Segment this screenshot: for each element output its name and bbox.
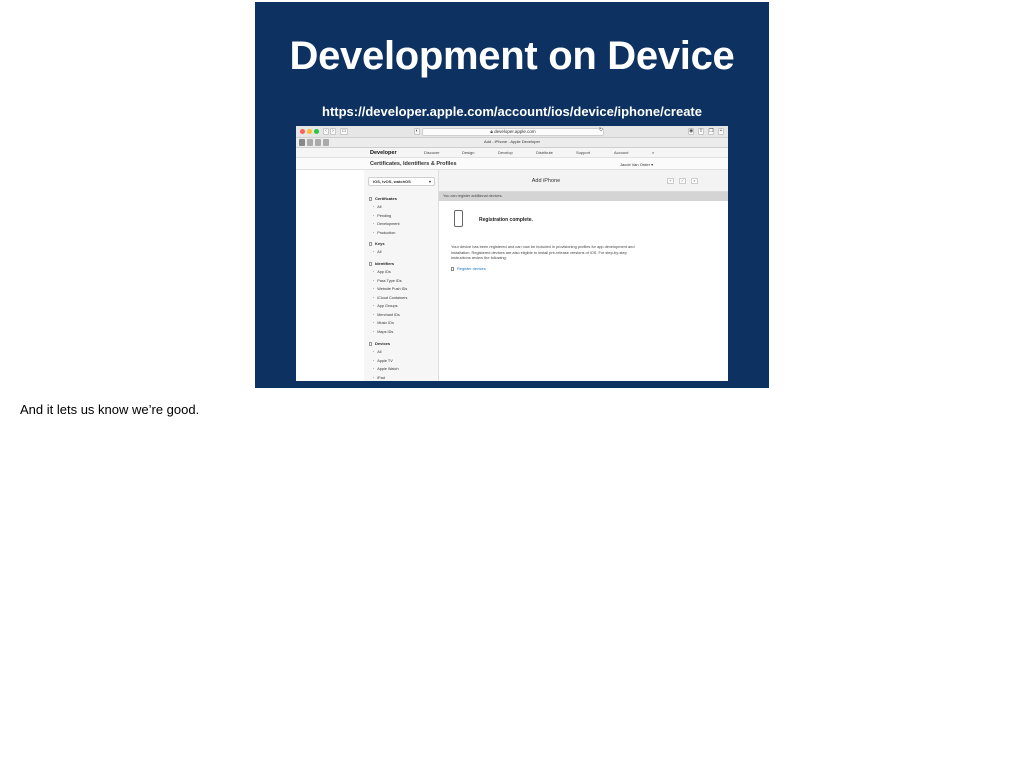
sidebar-item-certificates-all[interactable]: All (373, 205, 381, 209)
caption: And it lets us know we’re good. (20, 402, 200, 417)
main-content: Add iPhone + ✓ ⌕ You can register additi… (439, 170, 728, 381)
sidebar-item-certificates-production[interactable]: Production (373, 231, 395, 235)
shield-icon[interactable]: ◐ (414, 128, 420, 135)
sidebar-toggle-button[interactable]: ▭ (340, 128, 348, 135)
sidebar-section-certificates: Certificates (369, 196, 397, 201)
sidebar-item-website-push-ids[interactable]: Website Push IDs (373, 287, 407, 291)
new-tab-button[interactable]: + (718, 128, 724, 135)
iphone-icon (454, 210, 463, 227)
search-icon[interactable]: ⌕ (652, 150, 654, 155)
sidebar-item-pass-type-ids[interactable]: Pass Type IDs (373, 279, 401, 283)
apple-developer-logo[interactable]: Developer (370, 150, 397, 156)
device-icon (369, 341, 372, 346)
sidebar-item-apple-tv[interactable]: Apple TV (373, 359, 393, 363)
edit-icon[interactable]: ✓ (679, 178, 686, 184)
reload-icon[interactable]: ↻ (598, 128, 604, 135)
tab-title[interactable]: Add - iPhone - Apple Developer (296, 139, 728, 144)
nav-develop[interactable]: Develop (498, 150, 513, 155)
sidebar-item-certificates-pending[interactable]: Pending (373, 214, 391, 218)
notice-text: You can register additional devices. (443, 194, 503, 198)
slide-title: Development on Device (289, 34, 735, 78)
page-title: Certificates, Identifiers & Profiles (370, 161, 457, 167)
nav-support[interactable]: Support (576, 150, 590, 155)
main-title: Add iPhone (531, 178, 561, 184)
subheader: Certificates, Identifiers & Profiles Jac… (296, 158, 728, 170)
tab-bar: Add - iPhone - Apple Developer (296, 138, 728, 148)
share-icon[interactable]: ⇧ (698, 128, 704, 135)
chevron-down-icon: ▾ (651, 162, 654, 167)
main-header: Add iPhone + ✓ ⌕ (439, 170, 728, 192)
sidebar-item-icloud-containers[interactable]: iCloud Containers (373, 296, 407, 300)
tabs-overview-icon[interactable]: ❐ (708, 128, 714, 135)
browser-titlebar: ‹ › ▭ ◐ 🔒︎ developer.apple.com ↻ ◉ ⇧ ❐ + (296, 126, 728, 138)
sidebar-item-app-groups[interactable]: App Groups (373, 304, 397, 308)
add-icon[interactable]: + (667, 178, 674, 184)
chevron-down-icon: ▾ (428, 179, 431, 184)
close-window-button[interactable] (300, 129, 305, 134)
platform-select[interactable]: iOS, tvOS, watchOS ▾ (368, 177, 435, 186)
zoom-window-button[interactable] (314, 129, 319, 134)
key-icon (369, 241, 372, 246)
sidebar-item-ipad[interactable]: iPad (373, 376, 385, 380)
sidebar-item-music-ids[interactable]: Music IDs (373, 321, 394, 325)
slide-url: https://developer.apple.com/account/ios/… (322, 104, 702, 119)
nav-distribute[interactable]: Distribute (536, 150, 553, 155)
sidebar-item-apple-watch[interactable]: Apple Watch (373, 367, 398, 371)
sidebar-item-maps-ids[interactable]: Maps IDs (373, 330, 393, 334)
notice-bar: You can register additional devices. (439, 192, 728, 201)
sidebar-section-devices: Devices (369, 341, 390, 346)
sidebar-item-merchant-ids[interactable]: Merchant IDs (373, 313, 400, 317)
minimize-window-button[interactable] (307, 129, 312, 134)
register-devices-link[interactable]: Register devices (451, 266, 486, 271)
address-text: developer.apple.com (494, 129, 536, 134)
sidebar-item-devices-all[interactable]: All (373, 350, 381, 354)
sidebar: iOS, tvOS, watchOS▾ Certificates All Pen… (364, 170, 439, 381)
user-menu[interactable]: Jacob Van Order ▾ (620, 162, 653, 167)
document-icon (451, 266, 454, 271)
sidebar-item-certificates-development[interactable]: Development (373, 222, 399, 226)
sidebar-item-keys-all[interactable]: All (373, 250, 381, 254)
sidebar-section-keys: Keys (369, 241, 385, 246)
certificate-icon (369, 196, 372, 201)
nav-account[interactable]: Account (614, 150, 628, 155)
registration-title: Registration complete. (479, 217, 533, 223)
forward-button[interactable]: › (330, 128, 336, 135)
search-icon[interactable]: ⌕ (691, 178, 698, 184)
extension-icon[interactable]: ◉ (688, 128, 694, 135)
back-button[interactable]: ‹ (323, 128, 329, 135)
address-bar[interactable]: 🔒︎ developer.apple.com (422, 128, 604, 136)
registration-description: Your device has been registered and can … (451, 244, 635, 260)
nav-discover[interactable]: Discover (424, 150, 440, 155)
id-icon (369, 261, 372, 266)
slide: Development on Device https://developer.… (255, 2, 769, 388)
sidebar-section-identifiers: Identifiers (369, 261, 394, 266)
browser-screenshot: ‹ › ▭ ◐ 🔒︎ developer.apple.com ↻ ◉ ⇧ ❐ +… (296, 126, 728, 381)
global-nav: Developer Discover Design Develop Distri… (296, 148, 728, 158)
nav-design[interactable]: Design (462, 150, 474, 155)
sidebar-item-app-ids[interactable]: App IDs (373, 270, 391, 274)
